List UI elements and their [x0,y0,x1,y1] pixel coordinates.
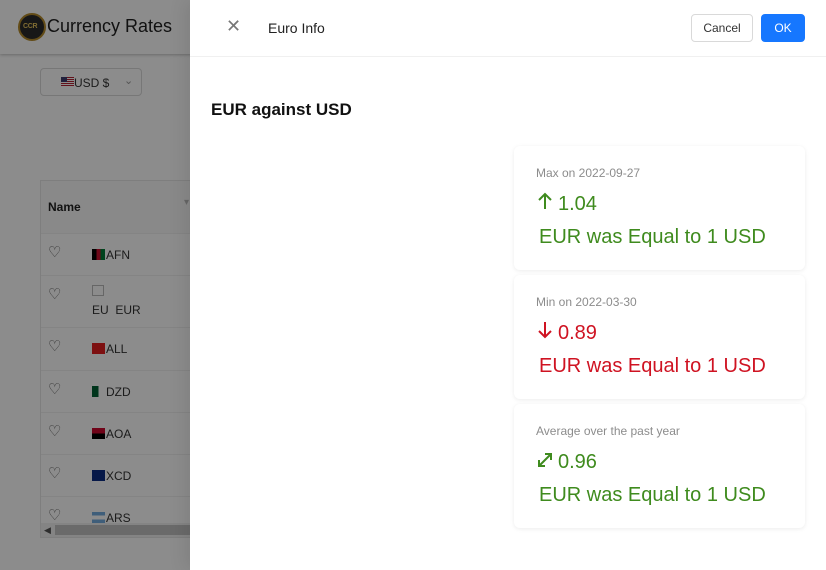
close-icon[interactable]: ✕ [226,16,241,37]
stat-value-line: 0.96 [536,450,597,474]
section-heading: EUR against USD [211,100,352,119]
stat-label: Min on 2022-03-30 [536,295,637,309]
ok-button[interactable]: OK [761,14,805,42]
stat-card-min: Min on 2022-03-30 0.89 EUR was Equal to … [514,275,805,399]
cancel-button[interactable]: Cancel [691,14,753,42]
stat-value: 0.89 [558,322,597,344]
stat-value-line: 1.04 [536,192,597,216]
stat-label: Average over the past year [536,424,680,438]
drawer-header: ✕ Euro Info Cancel OK [190,0,826,57]
expand-arrows-icon [538,453,552,467]
stat-description: EUR was Equal to 1 USD [539,355,766,377]
drawer-title: Euro Info [268,20,325,36]
arrow-down-icon [538,322,552,339]
euro-info-drawer: ✕ Euro Info Cancel OK EUR against USD Ma… [190,0,826,570]
stat-card-average: Average over the past year 0.96 EUR was … [514,404,805,528]
stat-description: EUR was Equal to 1 USD [539,484,766,506]
stat-value-line: 0.89 [536,321,597,345]
stat-value: 0.96 [558,451,597,473]
stat-card-max: Max on 2022-09-27 1.04 EUR was Equal to … [514,146,805,270]
stat-description: EUR was Equal to 1 USD [539,226,766,248]
stat-label: Max on 2022-09-27 [536,166,641,180]
stat-value: 1.04 [558,193,597,215]
arrow-up-icon [538,192,552,209]
